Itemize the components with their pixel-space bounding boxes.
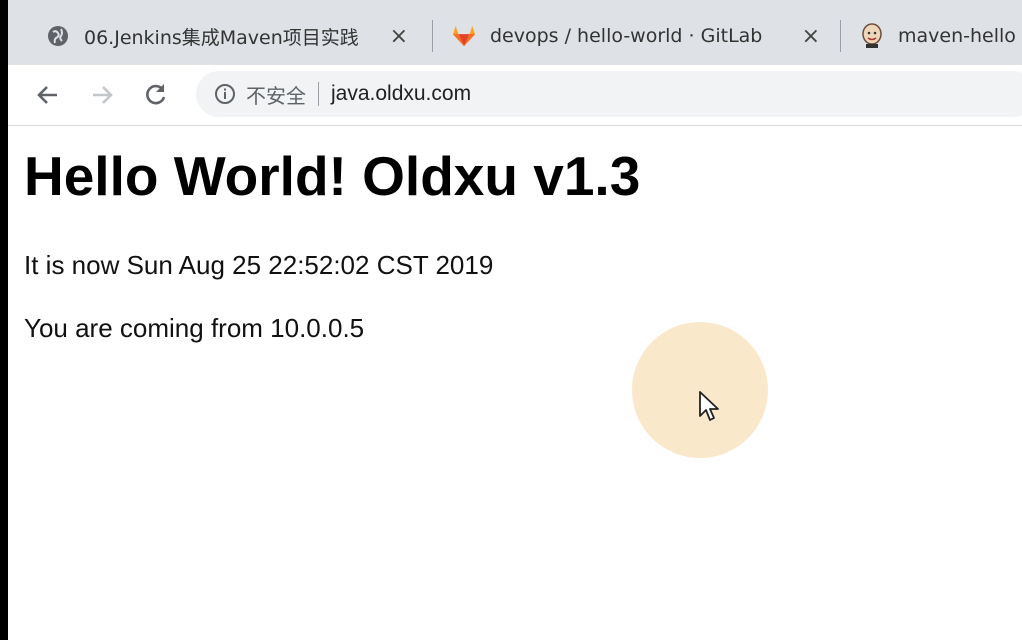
- url-text[interactable]: java.oldxu.com: [331, 82, 471, 106]
- tab-jenkins-maven[interactable]: 06.Jenkins集成Maven项目实践 ×: [46, 8, 426, 64]
- tab-title: devops / hello-world · GitLab: [490, 25, 763, 47]
- reload-button[interactable]: [140, 79, 172, 111]
- current-time-text: It is now Sun Aug 25 22:52:02 CST 2019: [24, 250, 494, 280]
- jenkins-butler-icon: [860, 23, 884, 48]
- reload-icon: [146, 84, 166, 105]
- globe-icon: [46, 24, 70, 48]
- tab-title: 06.Jenkins集成Maven项目实践: [84, 26, 359, 49]
- tab-gitlab[interactable]: devops / hello-world · GitLab ×: [452, 8, 838, 64]
- gitlab-fox-icon: [452, 24, 476, 48]
- browser-window: 06.Jenkins集成Maven项目实践 × devops / hello-w…: [8, 0, 1022, 640]
- back-arrow-icon: [37, 86, 57, 104]
- address-bar[interactable]: 不安全 java.oldxu.com: [196, 71, 1022, 117]
- forward-button[interactable]: [86, 79, 118, 111]
- tab-separator: [840, 20, 841, 52]
- browser-toolbar: 不安全 java.oldxu.com: [8, 65, 1022, 126]
- tab-separator: [432, 20, 433, 52]
- address-divider: [318, 82, 319, 106]
- back-button[interactable]: [32, 79, 64, 111]
- info-icon[interactable]: [214, 83, 236, 105]
- tab-title: maven-hello: [898, 25, 1016, 47]
- page-heading: Hello World! Oldxu v1.3: [24, 145, 641, 207]
- client-origin-text: You are coming from 10.0.0.5: [24, 313, 365, 343]
- forward-arrow-icon: [93, 86, 113, 104]
- tab-strip: 06.Jenkins集成Maven项目实践 × devops / hello-w…: [8, 0, 1022, 65]
- mouse-pointer-icon: [699, 391, 719, 421]
- security-status-label[interactable]: 不安全: [246, 80, 306, 109]
- close-icon[interactable]: ×: [802, 24, 820, 49]
- tab-maven-hello[interactable]: maven-hello: [860, 8, 1022, 64]
- close-icon[interactable]: ×: [390, 24, 408, 49]
